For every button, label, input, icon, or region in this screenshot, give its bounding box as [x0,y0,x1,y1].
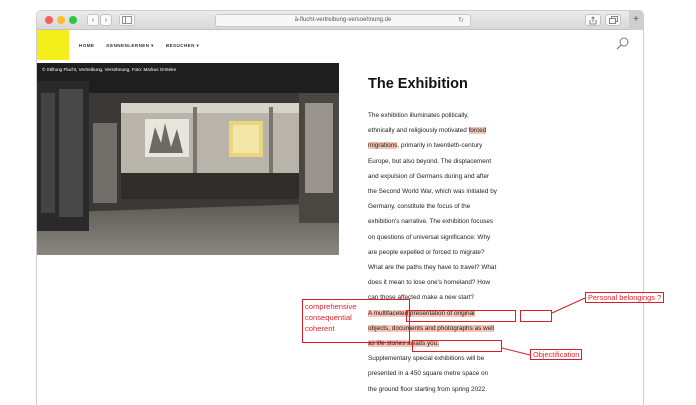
photo-credit: © Stiftung Flucht, Vertreibung, Versöhnu… [42,67,177,72]
synonym-consequential: consequential [305,313,352,322]
article-text: Europe, but also beyond. The displacemen… [368,157,492,165]
browser-titlebar: ‹ › ä-flucht-vertreibung-versoehnung.de … [37,11,643,30]
tabs-icon [608,16,618,24]
article-text: Supplementary special exhibitions will b… [368,355,485,363]
article-text: ethnically and religiously motivated [368,127,469,135]
article-text: The exhibition illuminates politically, [368,112,469,119]
article-line: exhibition's narrative. The exhibition f… [368,217,493,227]
address-bar[interactable]: ä-flucht-vertreibung-versoehnung.de ↻ [215,14,471,27]
nav-item-home[interactable]: HOME [79,43,94,49]
article-text: the Second World War, which was initiate… [368,188,497,195]
life-stories-box [412,340,502,352]
article-line: The exhibition illuminates politically, [368,111,469,121]
exhibition-photo: © Stiftung Flucht, Vertreibung, Versöhnu… [37,63,339,255]
highlighted-text: forced [468,127,487,135]
multifaceted-presentation-box [406,310,516,322]
article-text: What are the paths they have to travel? … [368,264,497,271]
article-line: migrations, primarily in twentieth-centu… [368,141,482,151]
article-line: What are the paths they have to travel? … [368,263,496,273]
synonym-coherent: coherent [305,324,335,333]
nav-item-kennenlernen[interactable]: KENNENLERNEN ▾ [106,43,153,49]
article-line: and expulsion of Germans during and afte… [368,172,489,182]
browser-window: ‹ › ä-flucht-vertreibung-versoehnung.de … [36,10,644,405]
site-nav: HOME KENNENLERNEN ▾ BESUCHEN ▾ [79,43,199,49]
plus-icon: + [633,14,639,25]
share-button[interactable] [585,14,601,26]
exhibition-hall-image [37,63,339,255]
zoom-window-button[interactable] [69,16,77,24]
url-text: ä-flucht-vertreibung-versoehnung.de [294,17,392,23]
sidebar-button[interactable] [119,14,135,26]
article-text: are people expelled or forced to migrate… [368,248,485,256]
article-line: are people expelled or forced to migrate… [368,248,485,258]
page-title: The Exhibition [368,76,468,92]
highlighted-text: migrations [368,142,398,150]
site-logo[interactable] [37,30,69,60]
article-line: does it mean to lose one's homeland? How [368,278,490,288]
article-line: Germany, constitute the focus of the [368,202,470,212]
search-icon[interactable] [616,37,629,50]
objectification-label: Objectification [530,349,583,360]
article-line: presented in a 450 square metre space on [368,369,488,379]
article-text: and expulsion of Germans during and afte… [368,172,490,180]
sidebar-icon [122,16,132,24]
article-line: ethnically and religiously motivated for… [368,126,487,136]
article-line: Europe, but also beyond. The displacemen… [368,157,491,167]
article-text: presented in a 450 square metre space on [368,370,489,378]
article-line: Supplementary special exhibitions will b… [368,354,484,364]
new-tab-button[interactable]: + [629,11,643,30]
back-button[interactable]: ‹ [87,14,99,26]
tabs-overview-button[interactable] [605,14,621,26]
close-window-button[interactable] [45,16,53,24]
article-line: on questions of universal significance: … [368,233,490,243]
back-arrow-icon: ‹ [91,15,95,24]
article-text: , primarily in twentieth-century [397,142,483,150]
article-text: does it mean to lose one's homeland? How [368,279,491,287]
share-icon [589,15,597,24]
forward-button[interactable]: › [100,14,112,26]
personal-belongings-label: Personal belongings ? [585,292,665,303]
article-text: exhibition's narrative. The exhibition f… [368,218,494,226]
minimize-window-button[interactable] [57,16,65,24]
nav-item-besuchen[interactable]: BESUCHEN ▾ [166,43,199,49]
forward-arrow-icon: › [104,15,108,24]
original-word-box [520,310,552,322]
reload-icon[interactable]: ↻ [458,15,464,26]
article-text: on questions of universal significance: … [368,233,491,241]
article-line: the Second World War, which was initiate… [368,187,497,197]
synonym-comprehensive: comprehensive [305,302,357,311]
article-line: the ground floor starting from spring 20… [368,385,487,395]
article-text: the ground floor starting from spring 20… [368,385,488,393]
article-text: Germany, constitute the focus of the [368,203,471,211]
